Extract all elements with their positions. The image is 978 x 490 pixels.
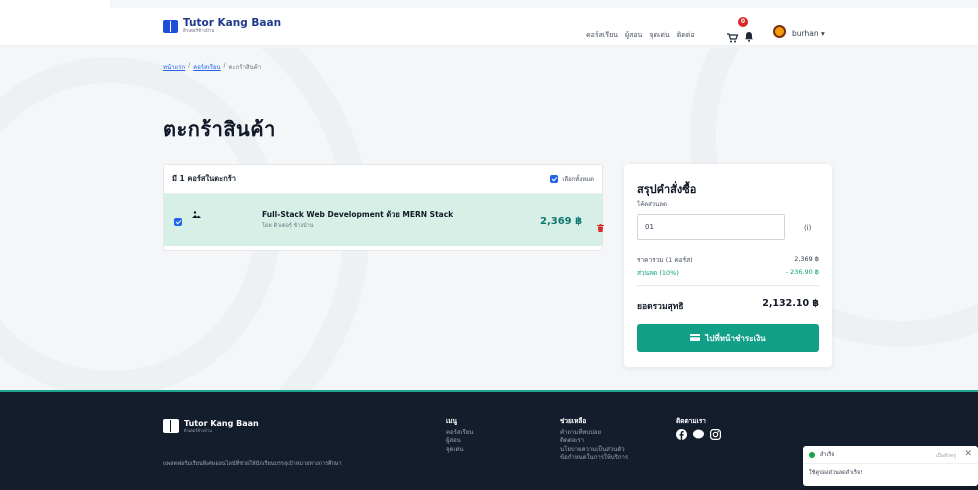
footer-menu-heading: เมนู <box>446 417 457 425</box>
navbar: Tutor Kang Baan ติวเตอร์ข้างบ้าน คอร์สเร… <box>0 8 978 46</box>
success-icon <box>809 451 815 458</box>
cart-icon[interactable] <box>727 28 739 47</box>
order-summary: สรุปคำสั่งซื้อ โค้ดส่วนลด (i) ราคารวม (1… <box>624 164 832 367</box>
coupon-input[interactable] <box>637 214 785 240</box>
discount-label: ส่วนลด (10%) <box>637 269 679 277</box>
nav-link-highlights[interactable]: จุดเด่น <box>649 30 669 41</box>
select-all-label: เลือกทั้งหมด <box>562 176 594 183</box>
net-total-value: 2,132.10 ฿ <box>762 298 819 309</box>
course-title[interactable]: Full-Stack Web Development ด้วย MERN Sta… <box>262 209 453 221</box>
cart-item-row: Full-Stack Web Development ด้วย MERN Sta… <box>164 194 604 246</box>
footer-help-column: ช่วยเหลือ คำถามที่พบบ่อย ติดต่อเรา นโยบา… <box>560 417 628 463</box>
book-icon <box>163 419 179 433</box>
summary-divider <box>637 285 819 286</box>
footer-link[interactable]: ติดต่อเรา <box>560 437 628 446</box>
summary-title: สรุปคำสั่งซื้อ <box>637 183 697 196</box>
breadcrumb-home[interactable]: หน้าแรก <box>163 62 185 72</box>
nav-link-tutors[interactable]: ผู้สอน <box>625 30 642 41</box>
brand-subtitle: ติวเตอร์ข้างบ้าน <box>183 29 215 34</box>
footer-link[interactable]: นโยบายความเป็นส่วนตัว <box>560 446 628 455</box>
course-price: 2,369 ฿ <box>540 216 583 227</box>
footer-brand: Tutor Kang Baan ติวเตอร์ข้างบ้าน <box>163 419 259 433</box>
footer-link[interactable]: คำถามที่พบบ่อย <box>560 429 628 438</box>
tab-ghost <box>0 0 110 8</box>
brand-logo[interactable]: Tutor Kang Baan ติวเตอร์ข้างบ้าน <box>163 18 281 34</box>
footer-link[interactable]: คอร์สเรียน <box>446 429 473 438</box>
nav-link-contact[interactable]: ติดต่อ <box>677 30 695 41</box>
subtotal-value: 2,369 ฿ <box>794 255 819 263</box>
social-links <box>676 428 722 444</box>
cart-count-badge: 0 <box>738 17 748 27</box>
toast-header: สำเร็จ เมื่อสักครู่ ✕ <box>803 446 978 464</box>
footer-brand-subtitle: ติวเตอร์ข้างบ้าน <box>184 428 212 433</box>
avatar[interactable] <box>773 25 786 38</box>
browser-top-strip <box>0 0 978 8</box>
coupon-label: โค้ดส่วนลด <box>637 201 667 208</box>
footer-help-heading: ช่วยเหลือ <box>560 417 587 425</box>
footer-follow-heading: ติดตามเรา <box>676 417 706 425</box>
footer-menu-column: เมนู คอร์สเรียน ผู้สอน จุดเด่น <box>446 417 473 454</box>
brand-name: Tutor Kang Baan <box>183 17 282 29</box>
coupon-info-icon[interactable]: (i) <box>804 224 811 232</box>
footer-link[interactable]: ผู้สอน <box>446 437 473 446</box>
nav-links: คอร์สเรียน ผู้สอน จุดเด่น ติดต่อ <box>586 30 695 41</box>
breadcrumb-current: ตะกร้าสินค้า <box>228 64 262 71</box>
checkout-button-label: ไปที่หน้าชำระเงิน <box>705 333 766 343</box>
bell-icon[interactable] <box>744 27 754 46</box>
book-icon <box>163 19 178 33</box>
nav-link-courses[interactable]: คอร์สเรียน <box>586 30 618 41</box>
cart-card: มี 1 คอร์สในตะกร้า เลือกทั้งหมด Full-Sta… <box>163 164 604 251</box>
discount-value: - 236.90 ฿ <box>785 268 819 276</box>
net-total-label: ยอดรวมสุทธิ <box>637 302 684 312</box>
image-icon <box>192 203 201 222</box>
footer-description: แพลตฟอร์มเรียนพิเศษออนไลน์ที่ช่วยให้นักเ… <box>163 461 342 467</box>
page-title: ตะกร้าสินค้า <box>163 117 276 141</box>
toast-title: สำเร็จ <box>820 451 835 458</box>
checkout-button[interactable]: ไปที่หน้าชำระเงิน <box>637 324 819 352</box>
toast-message: ใช้คูปองส่วนลดสำเร็จ! <box>809 470 863 476</box>
cart-header: มี 1 คอร์สในตะกร้า เลือกทั้งหมด <box>164 165 602 194</box>
footer-link[interactable]: จุดเด่น <box>446 446 473 455</box>
user-menu[interactable]: burhan ▾ <box>792 29 825 38</box>
success-toast: สำเร็จ เมื่อสักครู่ ✕ ใช้คูปองส่วนลดสำเร… <box>803 446 978 486</box>
select-all-checkbox[interactable]: เลือกทั้งหมด <box>550 174 594 184</box>
cart-count-label: มี 1 คอร์สในตะกร้า <box>172 174 236 183</box>
line-icon[interactable] <box>693 429 704 444</box>
footer-follow-column: ติดตามเรา <box>676 417 722 444</box>
footer-brand-name: Tutor Kang Baan <box>184 419 259 428</box>
item-checkbox[interactable] <box>174 218 182 226</box>
trash-icon[interactable] <box>597 217 604 236</box>
breadcrumb-courses[interactable]: คอร์สเรียน <box>193 62 220 72</box>
breadcrumb: หน้าแรก / คอร์สเรียน / ตะกร้าสินค้า <box>163 62 261 72</box>
breadcrumb-separator: / <box>223 62 226 69</box>
instagram-icon[interactable] <box>710 428 722 444</box>
facebook-icon[interactable] <box>676 428 687 444</box>
breadcrumb-separator: / <box>188 62 191 69</box>
footer-link[interactable]: ข้อกำหนดในการให้บริการ <box>560 454 628 463</box>
course-instructor: โดย ติวเตอร์ ข้างบ้าน <box>262 223 314 229</box>
subtotal-label: ราคารวม (1 คอร์ส) <box>637 256 693 264</box>
credit-card-icon <box>690 333 701 343</box>
close-icon[interactable]: ✕ <box>964 449 972 459</box>
checkbox-icon <box>550 175 559 183</box>
toast-time: เมื่อสักครู่ <box>935 453 956 459</box>
